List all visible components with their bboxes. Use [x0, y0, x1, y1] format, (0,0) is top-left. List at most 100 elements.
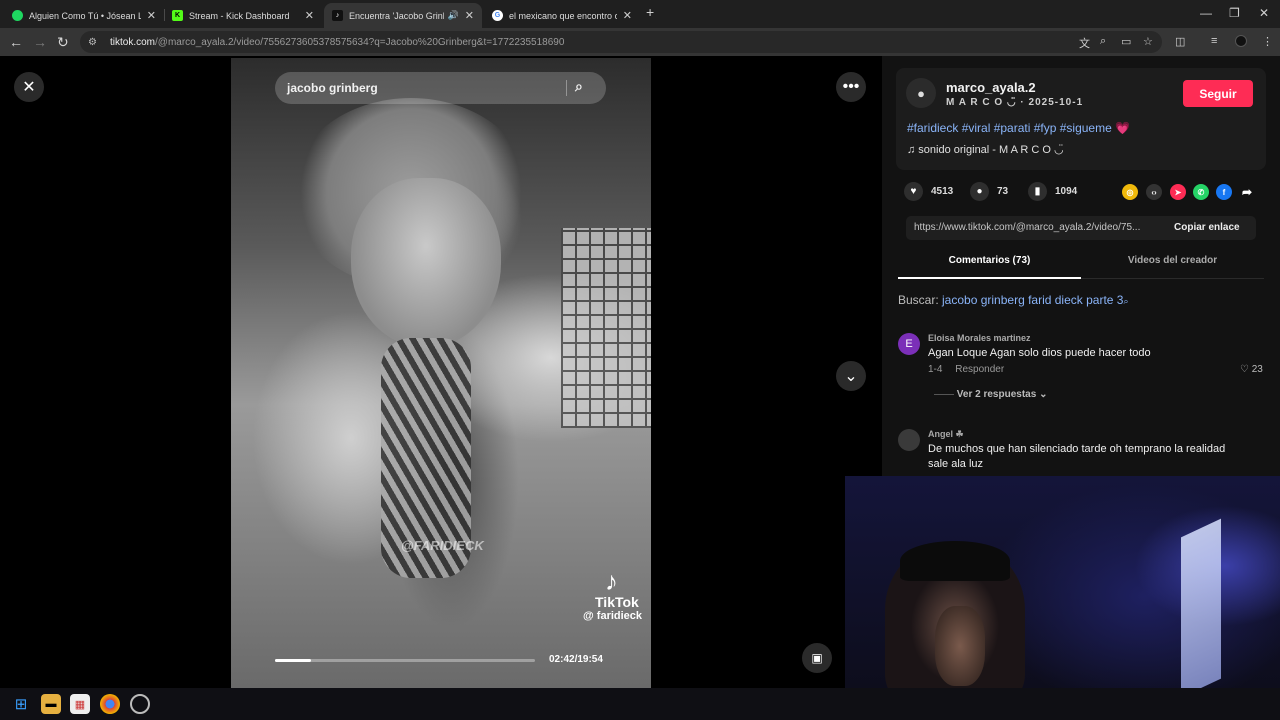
copy-link-button[interactable]: Copiar enlace [1174, 222, 1240, 233]
kick-icon: K [172, 10, 183, 21]
zoom-icon[interactable]: ⌕ [1100, 35, 1106, 48]
like-count: 4513 [931, 186, 954, 197]
comment-username[interactable]: Angel ☘ [928, 429, 964, 440]
url-path: /@marco_ayala.2/video/755627360537857563… [155, 36, 565, 48]
tab-google[interactable]: G el mexicano que encontro otra ✕ [484, 3, 640, 28]
creator-nickname-date: M A R C O ◡̈ · 2025-10-1 [946, 97, 1084, 108]
tab-creator-videos[interactable]: Videos del creador [1081, 249, 1264, 279]
close-video-button[interactable]: ✕ [14, 72, 44, 102]
media-controls-icon[interactable]: ≡ [1211, 35, 1217, 47]
cast-icon[interactable]: ▭ [1121, 35, 1131, 48]
bookmark-star-icon[interactable]: ☆ [1143, 35, 1153, 48]
coin-icon[interactable]: ◎ [1122, 184, 1138, 200]
tiktok-video-page: ✕ jacobo grinberg ⌕ @FARIDIECK ♪ TikTok … [0, 56, 1280, 688]
whatsapp-icon[interactable]: ✆ [1193, 184, 1209, 200]
video-search-input[interactable]: jacobo grinberg ⌕ [275, 72, 606, 104]
close-window-icon[interactable]: ✕ [1259, 6, 1269, 20]
comment-text: Agan Loque Agan solo dios puede hacer to… [928, 347, 1151, 359]
save-button[interactable]: ▮ 1094 [1028, 182, 1077, 201]
tab-comments[interactable]: Comentarios (73) [898, 249, 1081, 279]
comment-like[interactable]: ♡ 23 [1240, 364, 1263, 375]
view-replies-button[interactable]: —— Ver 2 respuestas ⌄ [934, 389, 1047, 400]
webcam-overlay [845, 476, 1280, 688]
heart-outline-icon: ♡ [1240, 364, 1249, 375]
tab-kick[interactable]: K Stream - Kick Dashboard ✕ [164, 3, 322, 28]
comment-count: 73 [997, 186, 1009, 197]
search-suggestion-query[interactable]: jacobo grinberg farid dieck parte 3 [942, 293, 1123, 307]
reload-icon[interactable]: ↻ [57, 34, 69, 51]
translate-icon[interactable]: 文 [1079, 35, 1090, 51]
reply-button[interactable]: Responder [955, 364, 1004, 375]
file-explorer-icon[interactable]: ▬ [41, 694, 61, 714]
close-icon[interactable]: ✕ [465, 9, 474, 22]
save-count: 1094 [1055, 186, 1078, 197]
video-timecode: 02:42/19:54 [549, 654, 603, 665]
send-icon[interactable]: ➤ [1170, 184, 1186, 200]
tiktok-icon: ♪ [332, 10, 343, 21]
more-options-button[interactable]: ••• [836, 72, 866, 102]
embed-icon[interactable]: ‹› [1146, 184, 1162, 200]
like-button[interactable]: ♥ 4513 [904, 182, 953, 201]
minimize-icon[interactable]: — [1200, 6, 1212, 20]
new-tab-icon[interactable]: + [646, 4, 654, 20]
google-icon: G [492, 10, 503, 21]
back-icon[interactable]: ← [9, 34, 23, 50]
comment-like-count: 23 [1251, 364, 1263, 375]
search-suggestion[interactable]: Buscar: jacobo grinberg farid dieck part… [898, 293, 1129, 307]
app-icon[interactable]: ▦ [70, 694, 90, 714]
speaker-icon[interactable]: 🔊 [448, 10, 459, 21]
comment-meta: 1-4 Responder [928, 364, 1014, 375]
sidepanel-icon[interactable]: ◫ [1175, 35, 1185, 48]
comment-button[interactable]: ● 73 [970, 182, 1008, 201]
creator-username[interactable]: marco_ayala.2 [946, 80, 1036, 95]
search-icon[interactable]: ⌕ [575, 78, 583, 95]
comment-avatar[interactable]: E [898, 333, 920, 355]
tab-label: Alguien Como Tú • Jósean Log [29, 10, 141, 21]
mini-player-button[interactable]: ▣ [802, 643, 832, 673]
close-icon[interactable]: ✕ [147, 9, 156, 22]
close-icon[interactable]: ✕ [305, 9, 314, 22]
menu-dots-icon[interactable]: ⋮ [1262, 35, 1273, 48]
comment-avatar[interactable] [898, 429, 920, 451]
close-icon[interactable]: ✕ [623, 9, 632, 22]
restore-icon[interactable]: ❐ [1229, 6, 1240, 20]
search-suggestion-prefix: Buscar: [898, 293, 943, 307]
creator-card: ● marco_ayala.2 M A R C O ◡̈ · 2025-10-1… [896, 68, 1266, 170]
tab-tiktok[interactable]: ♪ Encuentra 'Jacobo Grinberg' 🔊 ✕ [324, 3, 482, 28]
comment-date: 1-4 [928, 364, 943, 375]
site-info-icon[interactable]: ⚙ [88, 37, 102, 48]
tiktok-logo-text: TikTok [595, 594, 639, 610]
browser-toolbar: ← → ↻ ⚙ tiktok.com/@marco_ayala.2/video/… [0, 28, 1280, 56]
share-link-url[interactable]: https://www.tiktok.com/@marco_ayala.2/vi… [914, 222, 1164, 233]
video-player[interactable]: jacobo grinberg ⌕ @FARIDIECK ♪ TikTok @ … [231, 58, 651, 688]
url-domain: tiktok.com [110, 36, 156, 48]
panel-tabs: Comentarios (73) Videos del creador [898, 249, 1264, 279]
obs-icon[interactable] [130, 694, 150, 714]
video-hashtags[interactable]: #faridieck #viral #parati #fyp #sigueme … [907, 121, 1130, 135]
video-progress-bar[interactable] [275, 659, 535, 662]
next-video-button[interactable]: ⌄ [836, 361, 866, 391]
tab-label: Stream - Kick Dashboard [189, 10, 290, 21]
creator-avatar[interactable]: ● [906, 78, 936, 108]
sound-link[interactable]: ♫ sonido original - M A R C O ◡̈ [907, 143, 1064, 156]
bookmark-icon: ▮ [1028, 182, 1047, 201]
forward-icon[interactable]: → [33, 34, 47, 50]
address-bar[interactable]: ⚙ tiktok.com/@marco_ayala.2/video/755627… [80, 31, 1162, 53]
spotify-icon [12, 10, 23, 21]
windows-taskbar: ⊞ ▬ ▦ [0, 688, 1280, 720]
profile-avatar[interactable] [1235, 35, 1247, 47]
heart-icon: ♥ [904, 182, 923, 201]
progress-fill [275, 659, 311, 662]
comment-username[interactable]: Eloisa Morales martinez [928, 333, 1031, 343]
chrome-icon[interactable] [100, 694, 120, 714]
follow-button[interactable]: Seguir [1183, 80, 1253, 107]
tiktok-watermark-logo: ♪ TikTok @ faridieck [583, 568, 651, 622]
windows-start-icon[interactable]: ⊞ [11, 694, 31, 714]
hashtags-text[interactable]: #faridieck #viral #parati #fyp #sigueme [907, 121, 1112, 135]
tiktok-logo-handle: @ faridieck [583, 610, 643, 622]
tiktok-logo-icon: ♪ [605, 566, 618, 596]
facebook-icon[interactable]: f [1216, 184, 1232, 200]
video-watermark: @FARIDIECK [401, 538, 484, 553]
share-arrow-icon[interactable]: ➦ [1239, 184, 1255, 200]
tab-spotify[interactable]: Alguien Como Tú • Jósean Log ✕ [4, 3, 164, 28]
